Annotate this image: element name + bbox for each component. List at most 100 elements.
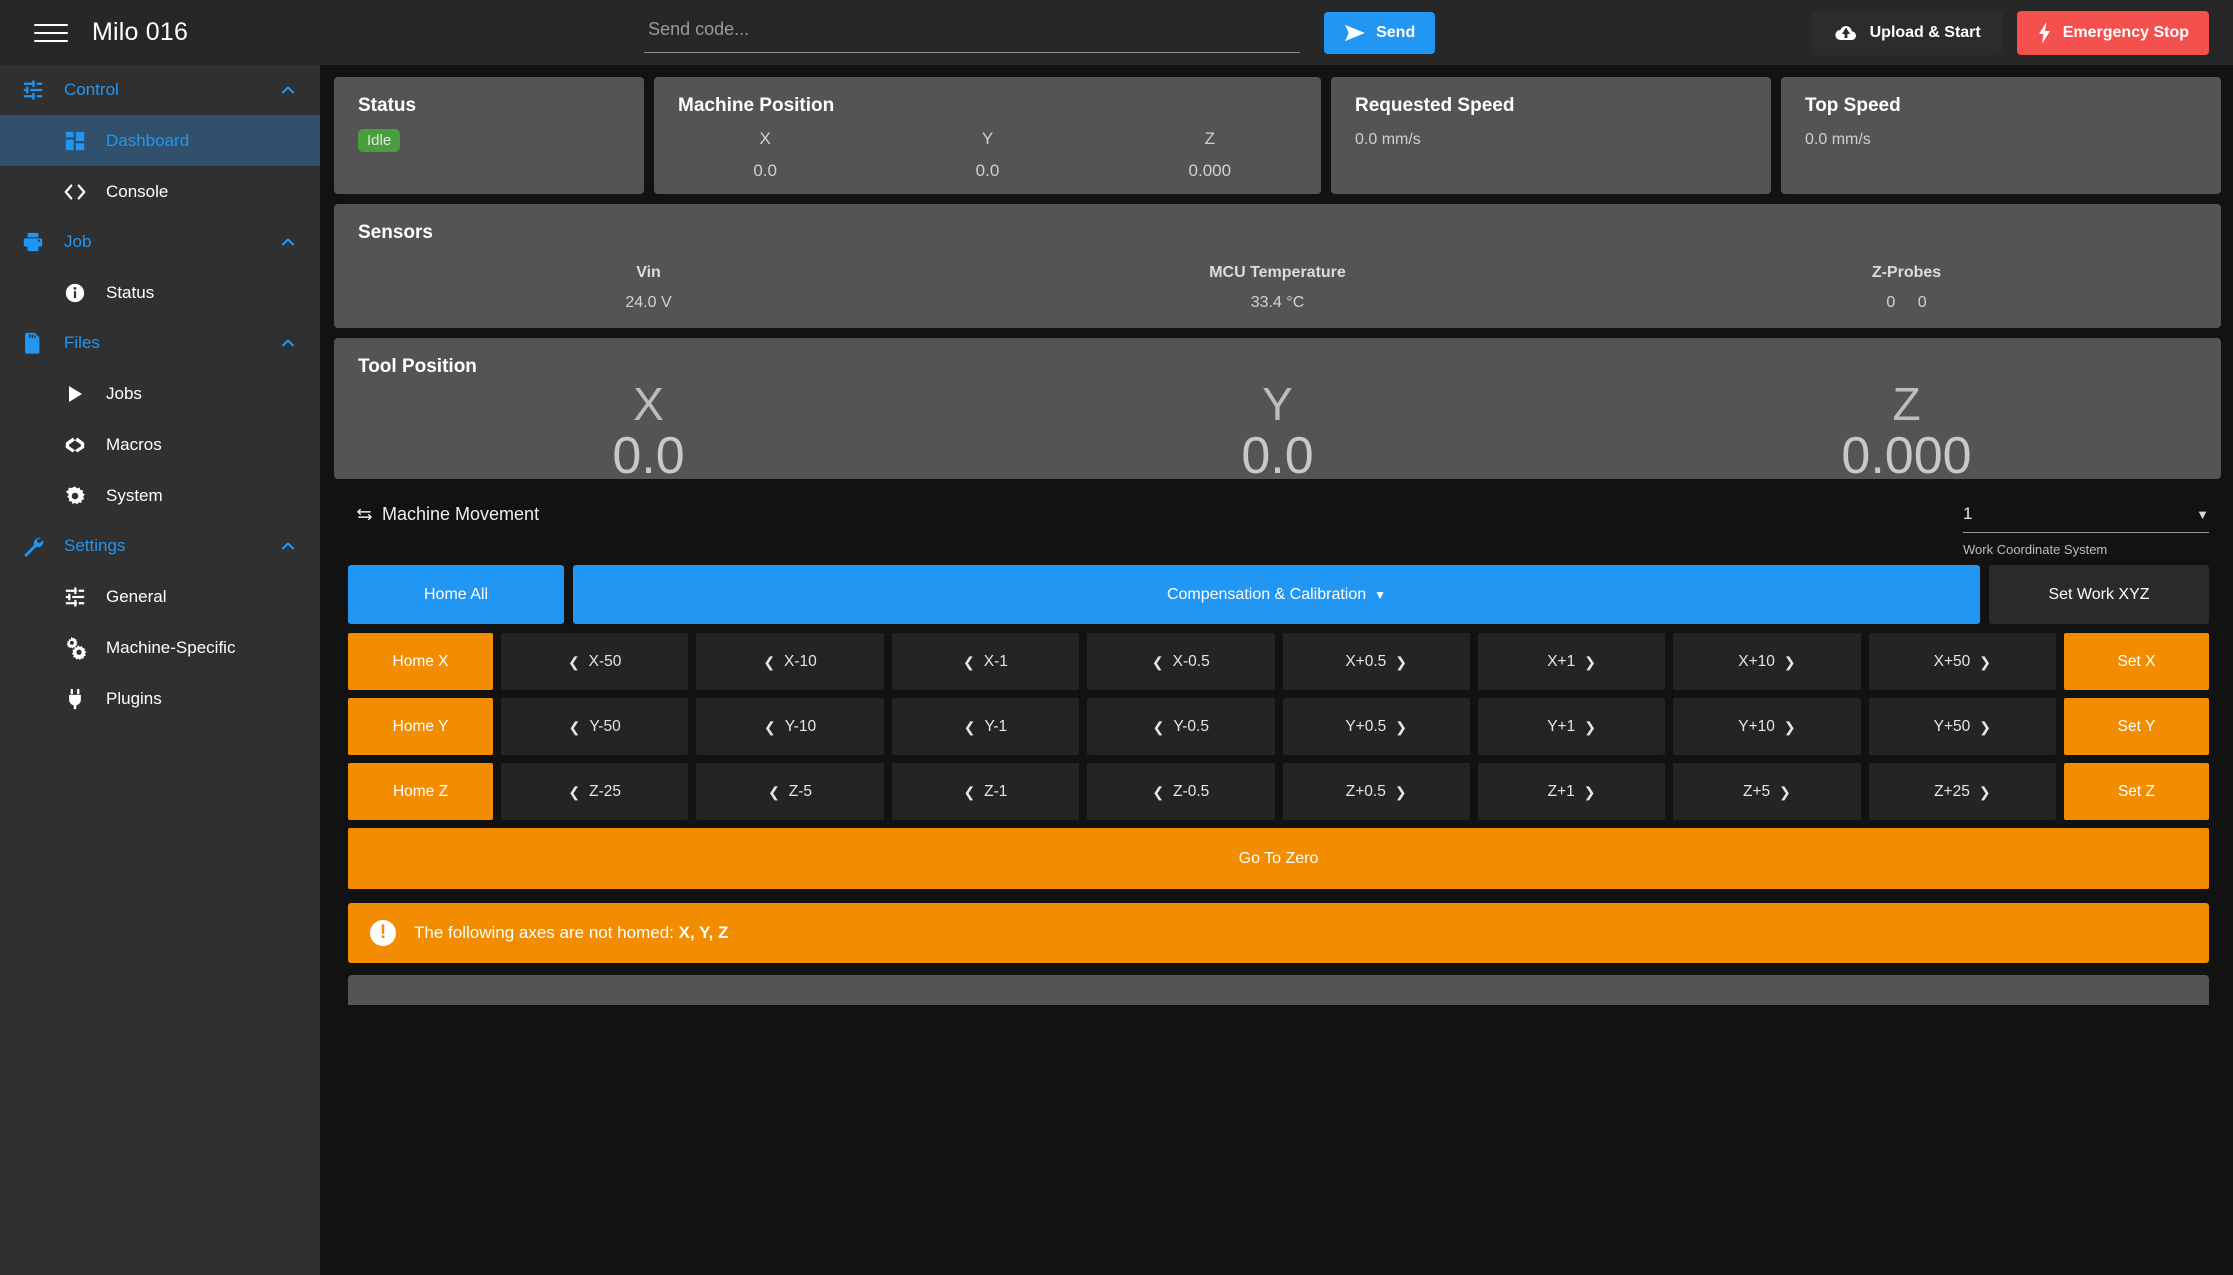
jog-y-plus-0-5[interactable]: Y+0.5 ❯ [1282, 698, 1470, 755]
sensor-mcu-temperature: MCU Temperature 33.4 °C [963, 264, 1592, 312]
axis-value: 0.0 [975, 161, 1000, 180]
chevron-right-icon: ❯ [1979, 718, 1991, 735]
sidebar-item-general[interactable]: General [0, 571, 320, 622]
sidebar-item-jobs[interactable]: Jobs [0, 368, 320, 419]
jog-y-minus-10[interactable]: ❮ Y-10 [696, 698, 884, 755]
set-x-button[interactable]: Set X [2064, 633, 2209, 690]
jog-label: X-1 [983, 652, 1008, 670]
jog-label: Z-25 [589, 782, 621, 800]
hamburger-menu-icon[interactable] [34, 16, 68, 50]
info-circle-icon [60, 280, 90, 306]
wcs-select[interactable]: 1 ▼ [1963, 504, 2209, 533]
sidebar-item-plugins[interactable]: Plugins [0, 673, 320, 724]
machine-position-axis-x: X 0.0 [654, 129, 876, 181]
tool-position-axis-z: Z 0.000 [1592, 380, 2221, 485]
set-y-button[interactable]: Set Y [2064, 698, 2209, 755]
jog-y-minus-0-5[interactable]: ❮ Y-0.5 [1087, 698, 1275, 755]
jog-x-minus-1[interactable]: ❮ X-1 [891, 633, 1080, 690]
sidebar-item-console[interactable]: Console [0, 166, 320, 217]
sensors-card: Sensors Vin 24.0 V MCU Temperature 33.4 … [334, 204, 2221, 328]
jog-label: X-50 [588, 652, 622, 670]
chevron-left-icon: ❮ [764, 718, 776, 735]
jog-x-minus-10[interactable]: ❮ X-10 [696, 633, 884, 690]
jog-y-plus-1[interactable]: Y+1 ❯ [1477, 698, 1666, 755]
jog-label: Y-50 [589, 717, 621, 735]
jog-y-minus-1[interactable]: ❮ Y-1 [891, 698, 1080, 755]
code-brackets-icon [60, 179, 90, 205]
jog-x-plus-1[interactable]: X+1 ❯ [1477, 633, 1666, 690]
jog-x-plus-0-5[interactable]: X+0.5 ❯ [1282, 633, 1470, 690]
emergency-stop-button[interactable]: Emergency Stop [2016, 10, 2209, 55]
sidebar-item-label: Jobs [106, 383, 142, 403]
tool-position-title: Tool Position [358, 356, 477, 377]
jog-z-minus-25[interactable]: ❮ Z-25 [501, 763, 689, 820]
alert-text-prefix: The following axes are not homed: [414, 923, 679, 942]
sidebar-group-files[interactable]: Files [0, 318, 320, 368]
jog-label: Y-1 [984, 717, 1008, 735]
sidebar-item-label: Status [106, 282, 155, 302]
jog-z-minus-0-5[interactable]: ❮ Z-0.5 [1087, 763, 1275, 820]
home-y-button[interactable]: Home Y [348, 698, 493, 755]
main-content: Status Idle Machine Position X 0.0 Y 0.0… [320, 65, 2233, 1275]
jog-z-plus-1[interactable]: Z+1 ❯ [1477, 763, 1666, 820]
jog-z-plus-25[interactable]: Z+25 ❯ [1868, 763, 2056, 820]
jog-label: Y+50 [1933, 717, 1971, 735]
chevron-right-icon: ❯ [1583, 783, 1596, 800]
jog-z-plus-0-5[interactable]: Z+0.5 ❯ [1282, 763, 1470, 820]
send-code-input[interactable] [644, 12, 1301, 53]
sidebar-item-label: Dashboard [106, 130, 190, 150]
chevron-right-icon: ❯ [1584, 718, 1596, 735]
jog-y-minus-50[interactable]: ❮ Y-50 [501, 698, 689, 755]
sidebar-item-label: Macros [106, 434, 162, 454]
sidebar-item-system[interactable]: System [0, 470, 320, 521]
sidebar-item-status[interactable]: Status [0, 267, 320, 318]
jog-x-minus-0-5[interactable]: ❮ X-0.5 [1087, 633, 1275, 690]
gears-icon [60, 635, 90, 661]
jog-z-minus-5[interactable]: ❮ Z-5 [696, 763, 884, 820]
jog-x-minus-50[interactable]: ❮ X-50 [501, 633, 689, 690]
sensors-grid: Vin 24.0 V MCU Temperature 33.4 °C Z-Pro… [334, 244, 2221, 312]
jog-z-minus-1[interactable]: ❮ Z-1 [891, 763, 1080, 820]
sidebar-group-settings[interactable]: Settings [0, 521, 320, 571]
jog-y-plus-50[interactable]: Y+50 ❯ [1868, 698, 2056, 755]
sidebar-item-macros[interactable]: Macros [0, 419, 320, 470]
dashboard-grid-icon [60, 128, 90, 154]
chevron-right-icon: ❯ [1783, 718, 1796, 735]
jog-row-z: Home Z ❮ Z-25 ❮ Z-5 ❮ Z-1 ❮ Z-0.5 Z+0.5 ❯ Z+1… [334, 763, 2221, 820]
home-z-button[interactable]: Home Z [348, 763, 493, 820]
sliders-icon [18, 77, 48, 103]
home-all-button[interactable]: Home All [348, 565, 564, 624]
axis-label: X [759, 129, 771, 148]
machine-movement-title: Machine Movement [382, 504, 540, 524]
jog-x-plus-50[interactable]: X+50 ❯ [1868, 633, 2056, 690]
sidebar-group-control[interactable]: Control [0, 65, 320, 115]
jog-y-plus-10[interactable]: Y+10 ❯ [1673, 698, 1861, 755]
z-probe-value-b: 0 [1917, 294, 1927, 311]
jog-z-plus-5[interactable]: Z+5 ❯ [1673, 763, 1861, 820]
jog-label: Y+1 [1547, 717, 1576, 735]
home-x-button[interactable]: Home X [348, 633, 493, 690]
jog-label: Z+0.5 [1345, 782, 1386, 800]
sidebar-item-label: Console [106, 181, 169, 201]
go-to-zero-row: Go To Zero [334, 828, 2221, 889]
upload-and-start-button[interactable]: Upload & Start [1811, 10, 2003, 55]
requested-speed-title: Requested Speed [1355, 95, 1515, 116]
send-code-area: Send [644, 11, 1436, 54]
sidebar-item-dashboard[interactable]: Dashboard [0, 115, 320, 166]
sidebar-group-label: Files [64, 333, 100, 352]
sidebar-group-job[interactable]: Job [0, 217, 320, 267]
compensation-calibration-button[interactable]: Compensation & Calibration ▼ [573, 565, 1980, 624]
chevron-left-icon: ❮ [567, 653, 580, 670]
jog-row-x: Home X ❮ X-50 ❮ X-10 ❮ X-1 ❮ X-0.5 X+0.5 ❯ X+… [334, 633, 2221, 690]
chevron-left-icon: ❮ [1152, 783, 1165, 800]
chevron-up-icon [278, 333, 298, 353]
set-work-xyz-button[interactable]: Set Work XYZ [1989, 565, 2209, 624]
set-z-button[interactable]: Set Z [2064, 763, 2209, 820]
axis-value: 0.000 [1841, 427, 1972, 486]
upload-and-start-label: Upload & Start [1869, 23, 1981, 41]
sidebar-item-machine-specific[interactable]: Machine-Specific [0, 622, 320, 673]
send-button[interactable]: Send [1324, 11, 1436, 54]
jog-x-plus-10[interactable]: X+10 ❯ [1673, 633, 1861, 690]
sidebar-group-label: Control [64, 80, 119, 99]
go-to-zero-button[interactable]: Go To Zero [348, 828, 2209, 889]
